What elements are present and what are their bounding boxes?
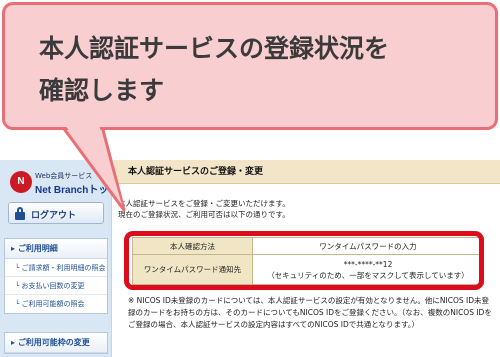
menu-group-limit: ▸ ご利用可能枠の変更 [4,332,108,354]
intro-text: 本人認証サービスをご登録・ご変更いただけます。 現在のご登録状況、ご利用可否は以… [118,198,488,220]
callout-bubble: 本人認証サービスの登録状況を 確認します [2,2,498,130]
highlight-frame [124,231,484,290]
menu-group-usage: ▸ ご利用明細 └ ご請求額・利用明細の照会 └ お支払い回数の変更 └ ご利用… [4,238,108,314]
menu-item-billing[interactable]: └ ご請求額・利用明細の照会 [5,259,107,277]
nicos-logo-icon: N [10,171,32,193]
page-title: 本人認証サービスのご登録・変更 [114,160,500,184]
intro-line-2: 現在のご登録状況、ご利用可否は以下の通りです。 [118,210,290,219]
callout-text: 本人認証サービスの登録状況を 確認します [39,34,390,105]
net-branch-top-link[interactable]: N Web会員サービス Net Branchトップ [10,168,111,198]
menu-item-installments[interactable]: └ お支払い回数の変更 [5,277,107,295]
logout-button[interactable]: ログアウト [8,202,104,224]
menu-head-limit-change[interactable]: ▸ ご利用可能枠の変更 [5,333,107,353]
logout-label: ログアウト [31,211,77,221]
nicos-id-note: ※ NICOS ID未登録のカードについては、本人認証サービスの設定が有効となり… [128,296,492,329]
logo-title: Net Branchトップ [35,185,112,196]
logo-subtitle: Web会員サービス [35,172,93,180]
sidebar: N Web会員サービス Net Branchトップ ログアウト ▸ ご利用明細 … [0,160,112,357]
menu-head-usage[interactable]: ▸ ご利用明細 [5,239,107,259]
lock-icon [15,207,25,220]
intro-line-1: 本人認証サービスをご登録・ご変更いただけます。 [118,199,290,208]
menu-item-available-amount[interactable]: └ ご利用可能額の照会 [5,295,107,313]
